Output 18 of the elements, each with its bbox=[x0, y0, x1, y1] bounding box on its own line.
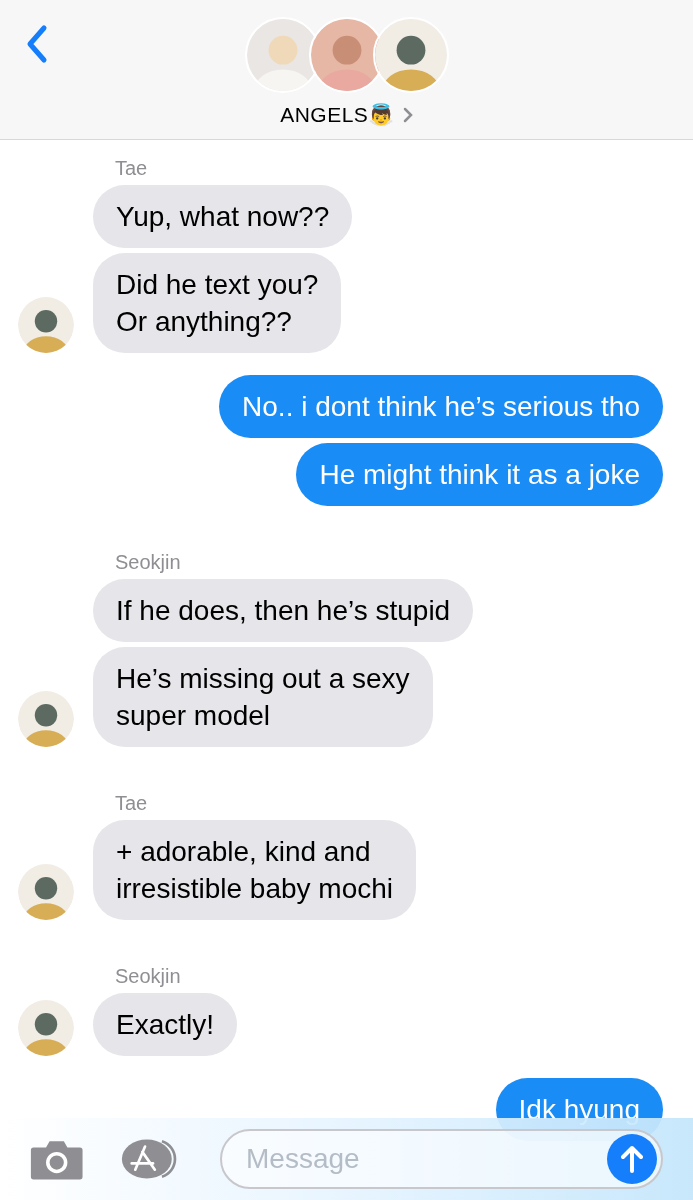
sent-message: No.. i dont think he’s serious tho bbox=[219, 375, 663, 438]
group-title[interactable]: ANGELS👼 bbox=[280, 98, 395, 131]
received-message: He’s missing out a sexy super model bbox=[93, 647, 433, 747]
received-message: + adorable, kind and irresistible baby mochi bbox=[93, 820, 416, 920]
received-message: Yup, what now?? bbox=[93, 185, 353, 248]
sender-name: Seokjin bbox=[115, 964, 182, 988]
sender-name: Seokjin bbox=[115, 550, 182, 574]
sender-name: Tae bbox=[115, 791, 149, 815]
sent-message: He might think it as a joke bbox=[296, 443, 663, 506]
message-input[interactable]: Message bbox=[246, 1138, 607, 1180]
sender-name: Tae bbox=[115, 156, 149, 180]
received-message: If he does, then he’s stupid bbox=[93, 579, 474, 642]
send-button[interactable] bbox=[607, 1134, 657, 1184]
message-field[interactable]: Message bbox=[220, 1129, 663, 1189]
received-message: Exactly! bbox=[93, 993, 238, 1056]
received-message: Did he text you? Or anything?? bbox=[93, 253, 342, 353]
chevron-right-icon[interactable] bbox=[402, 106, 413, 123]
arrow-up-icon bbox=[621, 1145, 643, 1173]
